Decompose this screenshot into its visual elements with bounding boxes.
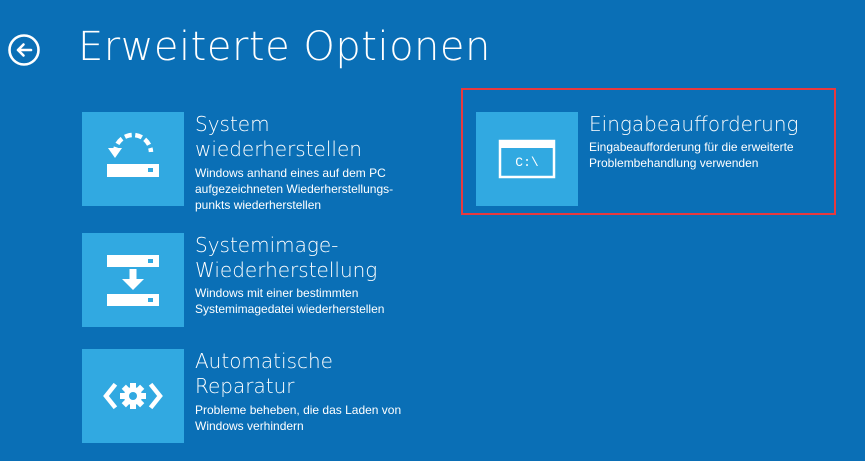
option-title: Systemimage- Wiederherstellung [195,233,378,282]
page-title: Erweiterte Optionen [78,24,491,70]
option-description: Windows anhand eines auf dem PC aufgezei… [195,166,394,212]
option-description: Probleme beheben, die das Laden von Wind… [195,403,402,433]
option-title: Eingabeaufforderung [589,112,799,136]
system-image-recovery-icon [107,255,159,306]
option-auto-repair[interactable]: Automatische Reparatur Probleme beheben,… [82,349,442,443]
option-title: Automatische Reparatur [195,349,333,398]
back-button[interactable] [7,33,41,67]
back-arrow-circle-icon [8,34,40,66]
command-prompt-icon: C:\ [498,139,556,179]
option-system-restore[interactable]: System wiederherstellen Windows anhand e… [82,112,412,222]
system-restore-icon [107,132,159,177]
option-tile [82,112,184,206]
option-system-image[interactable]: Systemimage- Wiederherstellung Windows m… [82,233,412,327]
option-command-prompt[interactable]: C:\ Eingabeaufforderung Eingabeaufforder… [476,112,836,206]
startup-repair-gear-icon [103,382,163,410]
option-title: System wiederherstellen [195,112,362,161]
option-tile [82,233,184,327]
option-tile: C:\ [476,112,578,206]
option-description: Eingabeaufforderung für die erweiterte P… [589,140,794,170]
option-tile [82,349,184,443]
command-prompt-icon-label: C:\ [515,155,539,170]
option-description: Windows mit einer bestimmten Systemimage… [195,286,385,316]
